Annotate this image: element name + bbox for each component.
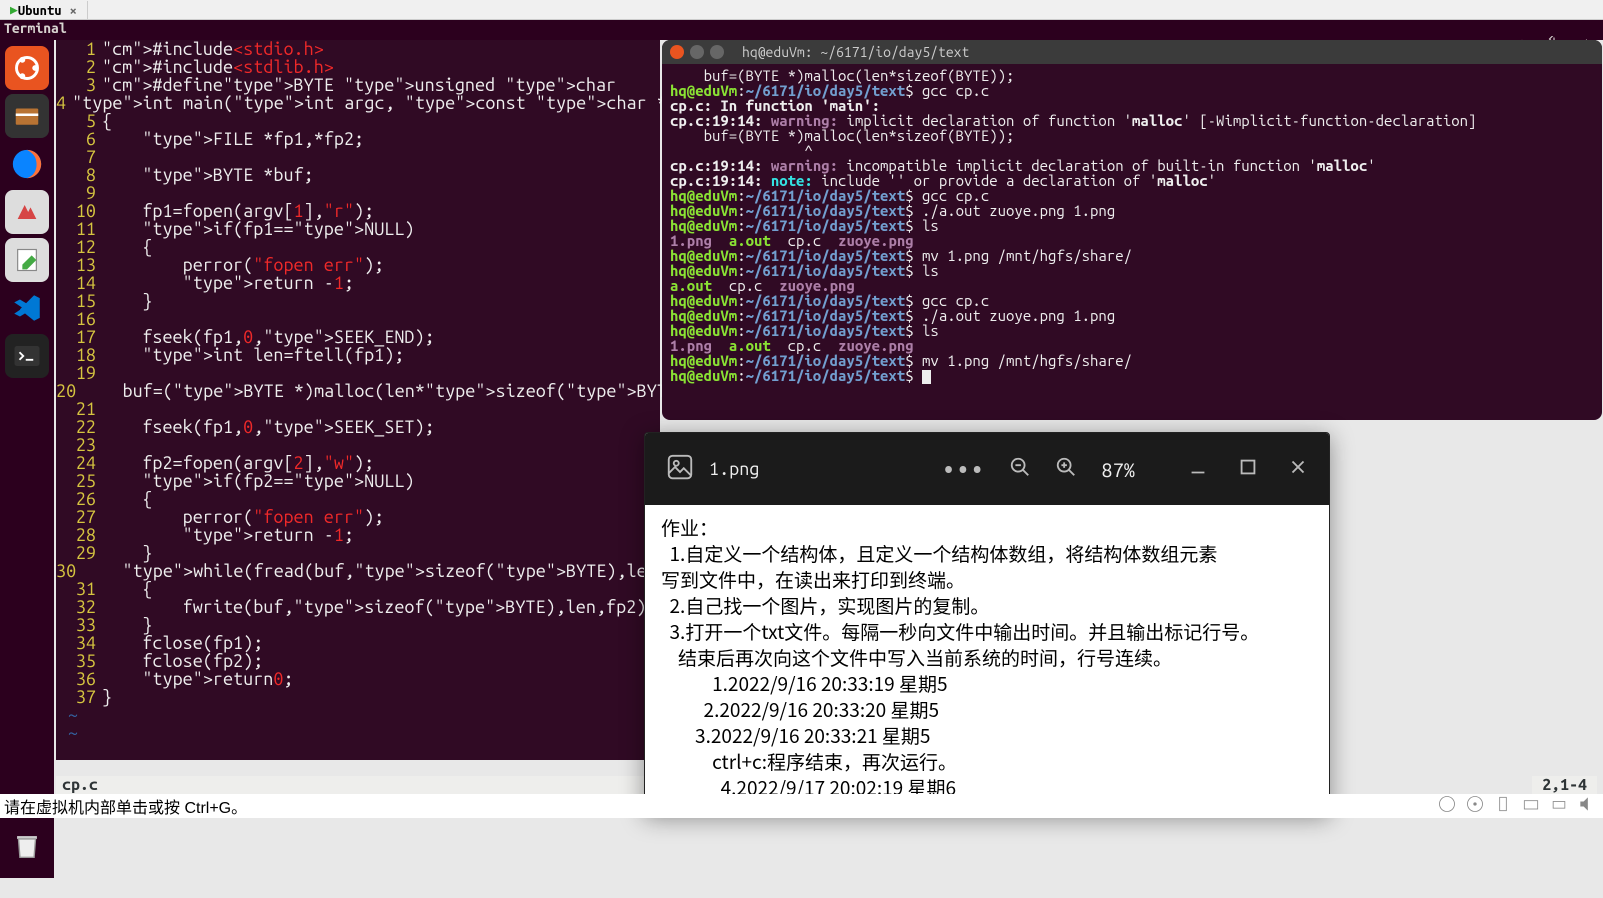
close-button[interactable] [670,45,684,59]
zoom-out-button[interactable] [1009,456,1031,482]
vm-hint-bar: 请在虚拟机内部单击或按 Ctrl+G。 [0,794,1603,818]
maximize-icon[interactable] [1237,456,1259,482]
window-title: Terminal [4,20,67,36]
image-viewer-filename: 1.png [709,459,759,479]
more-button[interactable]: ••• [942,457,985,482]
image-viewer-window: 1.png ••• 87% 作业： 1.自定义一个结构体，且定义一个结构体数组，… [644,432,1330,814]
terminal-title: hq@eduVm: ~/6171/io/day5/text [742,45,969,60]
launcher-dock [0,40,54,878]
vm-status-icons [1437,794,1597,818]
net-icon[interactable] [1521,794,1541,818]
close-icon[interactable]: × [70,4,77,18]
vm-tab-play-icon: ▶ [10,3,18,18]
vim-cursor-pos: 2,1-4 [1532,776,1597,796]
vim-filename: cp.c [62,776,98,796]
launcher-terminal[interactable] [5,334,49,378]
image-viewer-toolbar: 1.png ••• 87% [645,433,1329,505]
launcher-files[interactable] [5,94,49,138]
launcher-text-editor[interactable] [5,238,49,282]
terminal-titlebar: hq@eduVm: ~/6171/io/day5/text [662,40,1602,64]
launcher-trash[interactable] [5,824,49,868]
disk-icon[interactable] [1437,794,1457,818]
vim-editor[interactable]: 1 "cm">#include <stdio.h>2 "cm">#include… [56,40,660,760]
terminal-output[interactable]: buf=(BYTE *)malloc(len*sizeof(BYTE));hq@… [662,64,1602,388]
printer-icon[interactable] [1549,794,1569,818]
launcher-firefox[interactable] [5,142,49,186]
image-viewer-content: 作业： 1.自定义一个结构体，且定义一个结构体数组，将结构体数组元素 写到文件中… [645,505,1329,814]
usb-icon[interactable] [1493,794,1513,818]
vim-statusline: cp.c [56,776,660,796]
maximize-button[interactable] [710,45,724,59]
launcher-settings[interactable] [5,190,49,234]
window-titlebar: Terminal [0,20,1603,40]
minimize-icon[interactable] [1187,456,1209,482]
zoom-level: 87% [1101,458,1135,481]
minimize-button[interactable] [690,45,704,59]
launcher-vscode[interactable] [5,286,49,330]
zoom-in-button[interactable] [1055,456,1077,482]
cd-icon[interactable] [1465,794,1485,818]
vm-tab[interactable]: ▶ Ubuntu × [0,1,88,20]
sound-status-icon[interactable] [1577,794,1597,818]
vm-tab-label: Ubuntu [18,4,62,18]
launcher-ubuntu[interactable] [5,46,49,90]
vm-tab-bar: ▶ Ubuntu × [0,0,1603,20]
close-icon[interactable] [1287,456,1309,482]
gnome-terminal[interactable]: hq@eduVm: ~/6171/io/day5/text buf=(BYTE … [662,40,1602,420]
image-icon [665,452,695,486]
vm-hint-text: 请在虚拟机内部单击或按 Ctrl+G。 [4,800,247,817]
